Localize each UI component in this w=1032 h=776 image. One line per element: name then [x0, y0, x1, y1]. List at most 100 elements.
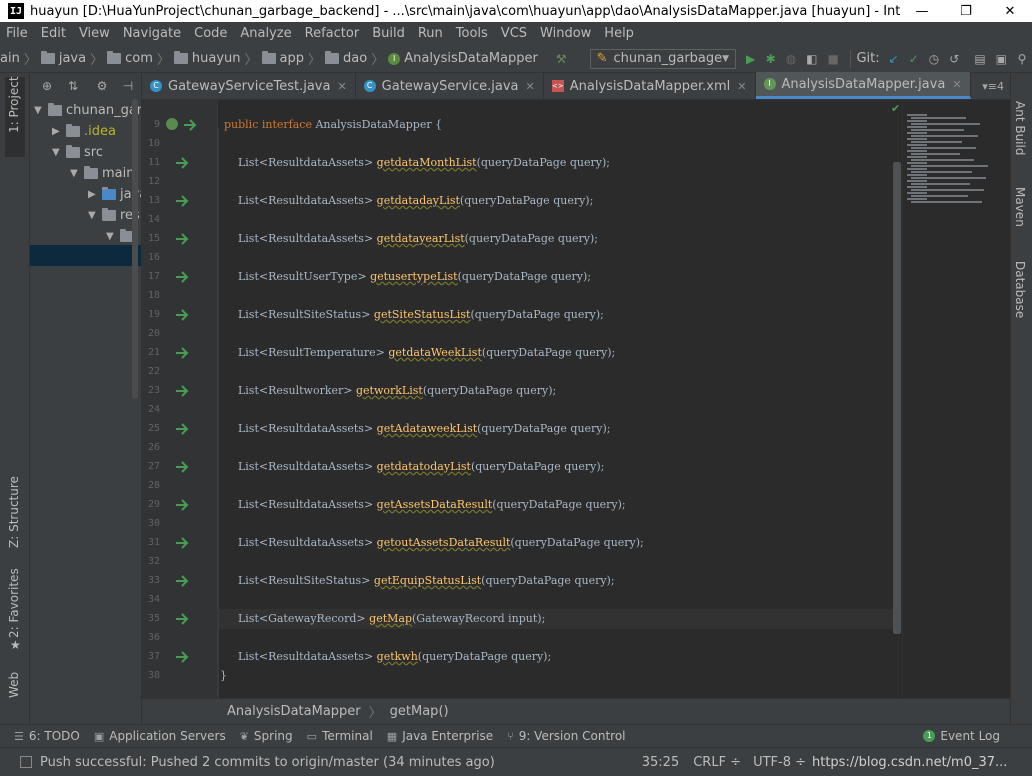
- nav-crumb-app[interactable]: app 〉: [261, 49, 326, 68]
- gear-icon[interactable]: ⚙: [94, 78, 110, 94]
- close-icon[interactable]: ✕: [337, 80, 346, 93]
- method-declaration[interactable]: List<ResultdataAssets> getAssetsDataResu…: [224, 498, 626, 511]
- terminal-tool-button[interactable]: ▭ Terminal: [307, 729, 373, 743]
- menu-run[interactable]: Run: [418, 26, 443, 41]
- tree-item-src[interactable]: ▼ src: [52, 142, 103, 163]
- implementation-marker-icon[interactable]: [174, 193, 190, 209]
- menu-edit[interactable]: Edit: [41, 26, 66, 41]
- database-tool-label[interactable]: Database: [1013, 261, 1027, 318]
- method-declaration[interactable]: List<ResultdataAssets> getoutAssetsDataR…: [224, 536, 644, 549]
- structure-tool-label[interactable]: Z: Structure: [7, 476, 21, 548]
- file-encoding[interactable]: UTF-8 ÷: [753, 755, 806, 770]
- interface-declaration[interactable]: public interface AnalysisDataMapper {: [224, 118, 442, 131]
- menu-build[interactable]: Build: [372, 26, 405, 41]
- implementation-marker-icon[interactable]: [174, 231, 190, 247]
- implementation-marker-icon[interactable]: [174, 345, 190, 361]
- menu-window[interactable]: Window: [540, 26, 591, 41]
- caret-position[interactable]: 35:25: [642, 755, 679, 770]
- implementation-marker-icon[interactable]: [174, 269, 190, 285]
- nav-crumb-huayun[interactable]: huayun 〉: [173, 49, 262, 68]
- ant-build-tool-label[interactable]: Ant Build: [1013, 101, 1027, 155]
- breadcrumb-method[interactable]: getMap(): [390, 704, 449, 719]
- spring-bean-icon[interactable]: [166, 118, 178, 130]
- git-revert-icon[interactable]: ↺: [949, 51, 959, 67]
- nav-crumb-com[interactable]: com 〉: [107, 49, 174, 68]
- todo-tool-button[interactable]: ☰ 6: TODO: [14, 729, 80, 743]
- method-declaration[interactable]: List<ResultSiteStatus> getEquipStatusLis…: [224, 574, 615, 587]
- close-icon[interactable]: ✕: [526, 80, 535, 93]
- close-icon[interactable]: ✕: [952, 78, 961, 91]
- maximize-button[interactable]: ❐: [944, 0, 988, 22]
- build-hammer-icon[interactable]: ⚒: [556, 51, 567, 67]
- tab-analysis-mapper-java[interactable]: I AnalysisDataMapper.java ✕: [755, 72, 971, 99]
- status-toggle-icon[interactable]: [20, 756, 32, 768]
- method-declaration[interactable]: List<ResultdataAssets> getdatayearList(q…: [224, 232, 598, 245]
- implementation-marker-icon[interactable]: [174, 307, 190, 323]
- method-declaration[interactable]: List<ResultdataAssets> getAdataweekList(…: [224, 422, 611, 435]
- window-layout-icon[interactable]: ▣: [996, 51, 1007, 67]
- project-structure-icon[interactable]: ▤: [974, 51, 985, 67]
- method-declaration[interactable]: List<ResultTemperature> getdataWeekList(…: [224, 346, 615, 359]
- implementation-marker-icon[interactable]: [174, 459, 190, 475]
- nav-crumb-java[interactable]: java 〉: [40, 49, 107, 68]
- git-update-icon[interactable]: ↙: [889, 51, 899, 67]
- tab-analysis-mapper-xml[interactable]: <> AnalysisDataMapper.xml ✕: [544, 73, 756, 99]
- tree-item-main[interactable]: ▼ main: [70, 163, 134, 184]
- menu-file[interactable]: File: [6, 26, 28, 41]
- git-commit-icon[interactable]: ✓: [909, 51, 919, 67]
- method-declaration[interactable]: List<GatewayRecord> getMap(GatewayRecord…: [224, 612, 545, 625]
- target-icon[interactable]: ⊕: [39, 78, 55, 94]
- menu-analyze[interactable]: Analyze: [240, 26, 291, 41]
- code-editor[interactable]: public interface AnalysisDataMapper { Li…: [218, 100, 902, 698]
- java-enterprise-tool-button[interactable]: ▦ Java Enterprise: [387, 729, 493, 743]
- method-declaration[interactable]: List<ResultdataAssets> getdataMonthList(…: [224, 156, 610, 169]
- implementation-marker-icon[interactable]: [174, 497, 190, 513]
- implementation-marker-icon[interactable]: [182, 117, 198, 133]
- favorites-tool-label[interactable]: 2: Favorites: [7, 568, 21, 638]
- stop-icon[interactable]: ■: [828, 51, 839, 67]
- method-declaration[interactable]: List<ResultdataAssets> getkwh(queryDataP…: [224, 650, 551, 663]
- close-button[interactable]: ✕: [988, 0, 1032, 22]
- implementation-marker-icon[interactable]: [174, 573, 190, 589]
- nav-crumb-file[interactable]: I AnalysisDataMapper: [388, 51, 538, 66]
- tab-gateway-service-test[interactable]: C GatewayServiceTest.java ✕: [142, 73, 356, 99]
- method-declaration[interactable]: List<ResultdataAssets> getdatatodayList(…: [224, 460, 604, 473]
- method-declaration[interactable]: List<Resultworker> getworkList(queryData…: [224, 384, 556, 397]
- breadcrumb-interface[interactable]: AnalysisDataMapper: [227, 704, 361, 719]
- tab-overflow[interactable]: ▾≡4: [982, 80, 1010, 99]
- run-icon[interactable]: ▶: [746, 51, 756, 67]
- project-scrollbar[interactable]: [132, 99, 138, 399]
- menu-refactor[interactable]: Refactor: [305, 26, 360, 41]
- menu-vcs[interactable]: VCS: [501, 26, 527, 41]
- closing-brace[interactable]: }: [220, 669, 227, 682]
- search-icon[interactable]: ⚲: [1017, 51, 1027, 67]
- implementation-marker-icon[interactable]: [174, 383, 190, 399]
- menu-tools[interactable]: Tools: [456, 26, 488, 41]
- menu-help[interactable]: Help: [604, 26, 634, 41]
- method-declaration[interactable]: List<ResultdataAssets> getdatadayList(qu…: [224, 194, 593, 207]
- minimize-button[interactable]: —: [900, 0, 944, 22]
- debug-icon[interactable]: ✱: [766, 51, 776, 67]
- status-message[interactable]: Push successful: Pushed 2 commits to ori…: [40, 755, 642, 770]
- implementation-marker-icon[interactable]: [174, 611, 190, 627]
- close-icon[interactable]: ✕: [737, 80, 746, 93]
- git-history-icon[interactable]: ◷: [929, 51, 939, 67]
- tree-item-root[interactable]: ▼ chunan_garb: [34, 100, 141, 121]
- implementation-marker-icon[interactable]: [174, 535, 190, 551]
- menu-navigate[interactable]: Navigate: [123, 26, 181, 41]
- nav-crumb-main[interactable]: ain 〉: [0, 49, 41, 68]
- implementation-marker-icon[interactable]: [174, 421, 190, 437]
- nav-crumb-dao[interactable]: dao 〉: [325, 49, 388, 68]
- method-declaration[interactable]: List<ResultSiteStatus> getSiteStatusList…: [224, 308, 604, 321]
- version-control-tool-button[interactable]: ⑂ 9: Version Control: [507, 729, 625, 743]
- event-log-button[interactable]: 1 Event Log: [923, 729, 1000, 743]
- app-servers-tool-button[interactable]: ▣ Application Servers: [94, 729, 226, 743]
- implementation-marker-icon[interactable]: [174, 155, 190, 171]
- line-separator[interactable]: CRLF ÷: [693, 755, 741, 770]
- project-tool-label[interactable]: 1: Project: [7, 76, 21, 133]
- maven-tool-label[interactable]: Maven: [1013, 187, 1027, 227]
- menu-view[interactable]: View: [79, 26, 110, 41]
- implementation-marker-icon[interactable]: [174, 649, 190, 665]
- hide-icon[interactable]: ⊣: [120, 78, 136, 94]
- menu-code[interactable]: Code: [194, 26, 227, 41]
